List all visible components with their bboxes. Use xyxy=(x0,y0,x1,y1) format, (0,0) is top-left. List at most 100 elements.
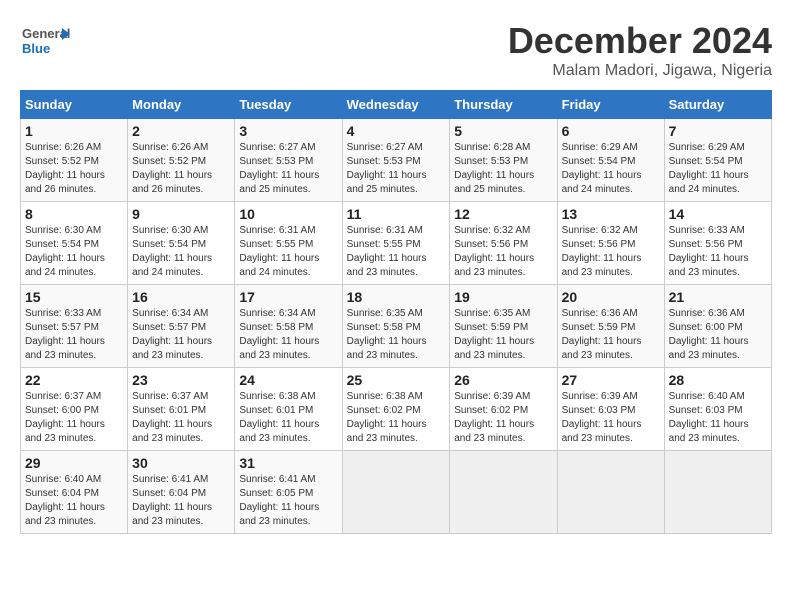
calendar-day-cell: 28 Sunrise: 6:40 AM Sunset: 6:03 PM Dayl… xyxy=(664,368,771,451)
day-info: Sunrise: 6:27 AM Sunset: 5:53 PM Dayligh… xyxy=(347,141,446,197)
calendar-week-row: 29 Sunrise: 6:40 AM Sunset: 6:04 PM Dayl… xyxy=(21,451,772,534)
day-info: Sunrise: 6:30 AM Sunset: 5:54 PM Dayligh… xyxy=(25,224,123,280)
calendar-week-row: 22 Sunrise: 6:37 AM Sunset: 6:00 PM Dayl… xyxy=(21,368,772,451)
day-number: 29 xyxy=(25,455,123,471)
calendar-day-cell: 6 Sunrise: 6:29 AM Sunset: 5:54 PM Dayli… xyxy=(557,119,664,202)
weekday-header: Monday xyxy=(128,91,235,119)
calendar-day-cell: 29 Sunrise: 6:40 AM Sunset: 6:04 PM Dayl… xyxy=(21,451,128,534)
day-number: 31 xyxy=(239,455,337,471)
calendar-day-cell: 30 Sunrise: 6:41 AM Sunset: 6:04 PM Dayl… xyxy=(128,451,235,534)
calendar-day-cell: 18 Sunrise: 6:35 AM Sunset: 5:58 PM Dayl… xyxy=(342,285,450,368)
day-info: Sunrise: 6:28 AM Sunset: 5:53 PM Dayligh… xyxy=(454,141,552,197)
calendar-day-cell: 7 Sunrise: 6:29 AM Sunset: 5:54 PM Dayli… xyxy=(664,119,771,202)
location: Malam Madori, Jigawa, Nigeria xyxy=(508,62,772,80)
day-info: Sunrise: 6:31 AM Sunset: 5:55 PM Dayligh… xyxy=(347,224,446,280)
calendar-day-cell: 21 Sunrise: 6:36 AM Sunset: 6:00 PM Dayl… xyxy=(664,285,771,368)
day-info: Sunrise: 6:26 AM Sunset: 5:52 PM Dayligh… xyxy=(25,141,123,197)
day-info: Sunrise: 6:36 AM Sunset: 5:59 PM Dayligh… xyxy=(562,307,660,363)
day-info: Sunrise: 6:33 AM Sunset: 5:56 PM Dayligh… xyxy=(669,224,767,280)
calendar-day-cell: 2 Sunrise: 6:26 AM Sunset: 5:52 PM Dayli… xyxy=(128,119,235,202)
calendar-day-cell: 24 Sunrise: 6:38 AM Sunset: 6:01 PM Dayl… xyxy=(235,368,342,451)
day-number: 20 xyxy=(562,289,660,305)
calendar-day-cell: 25 Sunrise: 6:38 AM Sunset: 6:02 PM Dayl… xyxy=(342,368,450,451)
calendar-day-cell xyxy=(557,451,664,534)
day-info: Sunrise: 6:34 AM Sunset: 5:57 PM Dayligh… xyxy=(132,307,230,363)
calendar-day-cell: 27 Sunrise: 6:39 AM Sunset: 6:03 PM Dayl… xyxy=(557,368,664,451)
day-number: 22 xyxy=(25,372,123,388)
calendar-week-row: 1 Sunrise: 6:26 AM Sunset: 5:52 PM Dayli… xyxy=(21,119,772,202)
calendar-week-row: 8 Sunrise: 6:30 AM Sunset: 5:54 PM Dayli… xyxy=(21,202,772,285)
day-number: 23 xyxy=(132,372,230,388)
day-number: 13 xyxy=(562,206,660,222)
day-number: 2 xyxy=(132,123,230,139)
day-info: Sunrise: 6:37 AM Sunset: 6:00 PM Dayligh… xyxy=(25,390,123,446)
calendar-day-cell: 14 Sunrise: 6:33 AM Sunset: 5:56 PM Dayl… xyxy=(664,202,771,285)
weekday-header: Tuesday xyxy=(235,91,342,119)
day-number: 19 xyxy=(454,289,552,305)
day-info: Sunrise: 6:33 AM Sunset: 5:57 PM Dayligh… xyxy=(25,307,123,363)
day-info: Sunrise: 6:38 AM Sunset: 6:02 PM Dayligh… xyxy=(347,390,446,446)
calendar-day-cell: 26 Sunrise: 6:39 AM Sunset: 6:02 PM Dayl… xyxy=(450,368,557,451)
title-block: December 2024 Malam Madori, Jigawa, Nige… xyxy=(508,20,772,80)
calendar-day-cell: 10 Sunrise: 6:31 AM Sunset: 5:55 PM Dayl… xyxy=(235,202,342,285)
day-info: Sunrise: 6:40 AM Sunset: 6:03 PM Dayligh… xyxy=(669,390,767,446)
calendar-table: SundayMondayTuesdayWednesdayThursdayFrid… xyxy=(20,90,772,534)
day-info: Sunrise: 6:29 AM Sunset: 5:54 PM Dayligh… xyxy=(669,141,767,197)
day-info: Sunrise: 6:37 AM Sunset: 6:01 PM Dayligh… xyxy=(132,390,230,446)
day-number: 12 xyxy=(454,206,552,222)
weekday-header: Wednesday xyxy=(342,91,450,119)
day-info: Sunrise: 6:34 AM Sunset: 5:58 PM Dayligh… xyxy=(239,307,337,363)
day-number: 24 xyxy=(239,372,337,388)
day-number: 27 xyxy=(562,372,660,388)
calendar-day-cell xyxy=(342,451,450,534)
month-title: December 2024 xyxy=(508,20,772,62)
weekday-header: Sunday xyxy=(21,91,128,119)
day-info: Sunrise: 6:40 AM Sunset: 6:04 PM Dayligh… xyxy=(25,473,123,529)
day-number: 8 xyxy=(25,206,123,222)
day-number: 30 xyxy=(132,455,230,471)
day-number: 28 xyxy=(669,372,767,388)
day-number: 9 xyxy=(132,206,230,222)
day-number: 4 xyxy=(347,123,446,139)
calendar-day-cell xyxy=(664,451,771,534)
day-number: 21 xyxy=(669,289,767,305)
calendar-day-cell: 22 Sunrise: 6:37 AM Sunset: 6:00 PM Dayl… xyxy=(21,368,128,451)
day-info: Sunrise: 6:39 AM Sunset: 6:03 PM Dayligh… xyxy=(562,390,660,446)
day-info: Sunrise: 6:27 AM Sunset: 5:53 PM Dayligh… xyxy=(239,141,337,197)
day-number: 16 xyxy=(132,289,230,305)
calendar-day-cell: 3 Sunrise: 6:27 AM Sunset: 5:53 PM Dayli… xyxy=(235,119,342,202)
calendar-week-row: 15 Sunrise: 6:33 AM Sunset: 5:57 PM Dayl… xyxy=(21,285,772,368)
day-number: 14 xyxy=(669,206,767,222)
calendar-day-cell: 1 Sunrise: 6:26 AM Sunset: 5:52 PM Dayli… xyxy=(21,119,128,202)
day-number: 26 xyxy=(454,372,552,388)
calendar-day-cell: 31 Sunrise: 6:41 AM Sunset: 6:05 PM Dayl… xyxy=(235,451,342,534)
day-info: Sunrise: 6:31 AM Sunset: 5:55 PM Dayligh… xyxy=(239,224,337,280)
weekday-header: Thursday xyxy=(450,91,557,119)
calendar-day-cell: 17 Sunrise: 6:34 AM Sunset: 5:58 PM Dayl… xyxy=(235,285,342,368)
day-info: Sunrise: 6:29 AM Sunset: 5:54 PM Dayligh… xyxy=(562,141,660,197)
day-info: Sunrise: 6:35 AM Sunset: 5:59 PM Dayligh… xyxy=(454,307,552,363)
page-header: General Blue December 2024 Malam Madori,… xyxy=(20,20,772,80)
day-number: 25 xyxy=(347,372,446,388)
calendar-day-cell: 16 Sunrise: 6:34 AM Sunset: 5:57 PM Dayl… xyxy=(128,285,235,368)
day-info: Sunrise: 6:36 AM Sunset: 6:00 PM Dayligh… xyxy=(669,307,767,363)
day-info: Sunrise: 6:41 AM Sunset: 6:04 PM Dayligh… xyxy=(132,473,230,529)
day-number: 1 xyxy=(25,123,123,139)
day-number: 11 xyxy=(347,206,446,222)
day-number: 5 xyxy=(454,123,552,139)
calendar-day-cell: 20 Sunrise: 6:36 AM Sunset: 5:59 PM Dayl… xyxy=(557,285,664,368)
day-number: 3 xyxy=(239,123,337,139)
day-info: Sunrise: 6:41 AM Sunset: 6:05 PM Dayligh… xyxy=(239,473,337,529)
day-info: Sunrise: 6:26 AM Sunset: 5:52 PM Dayligh… xyxy=(132,141,230,197)
calendar-day-cell: 5 Sunrise: 6:28 AM Sunset: 5:53 PM Dayli… xyxy=(450,119,557,202)
calendar-day-cell: 13 Sunrise: 6:32 AM Sunset: 5:56 PM Dayl… xyxy=(557,202,664,285)
day-info: Sunrise: 6:39 AM Sunset: 6:02 PM Dayligh… xyxy=(454,390,552,446)
day-number: 18 xyxy=(347,289,446,305)
logo: General Blue xyxy=(20,20,70,60)
day-number: 10 xyxy=(239,206,337,222)
calendar-day-cell: 8 Sunrise: 6:30 AM Sunset: 5:54 PM Dayli… xyxy=(21,202,128,285)
day-info: Sunrise: 6:35 AM Sunset: 5:58 PM Dayligh… xyxy=(347,307,446,363)
day-info: Sunrise: 6:32 AM Sunset: 5:56 PM Dayligh… xyxy=(454,224,552,280)
calendar-day-cell: 9 Sunrise: 6:30 AM Sunset: 5:54 PM Dayli… xyxy=(128,202,235,285)
day-info: Sunrise: 6:32 AM Sunset: 5:56 PM Dayligh… xyxy=(562,224,660,280)
